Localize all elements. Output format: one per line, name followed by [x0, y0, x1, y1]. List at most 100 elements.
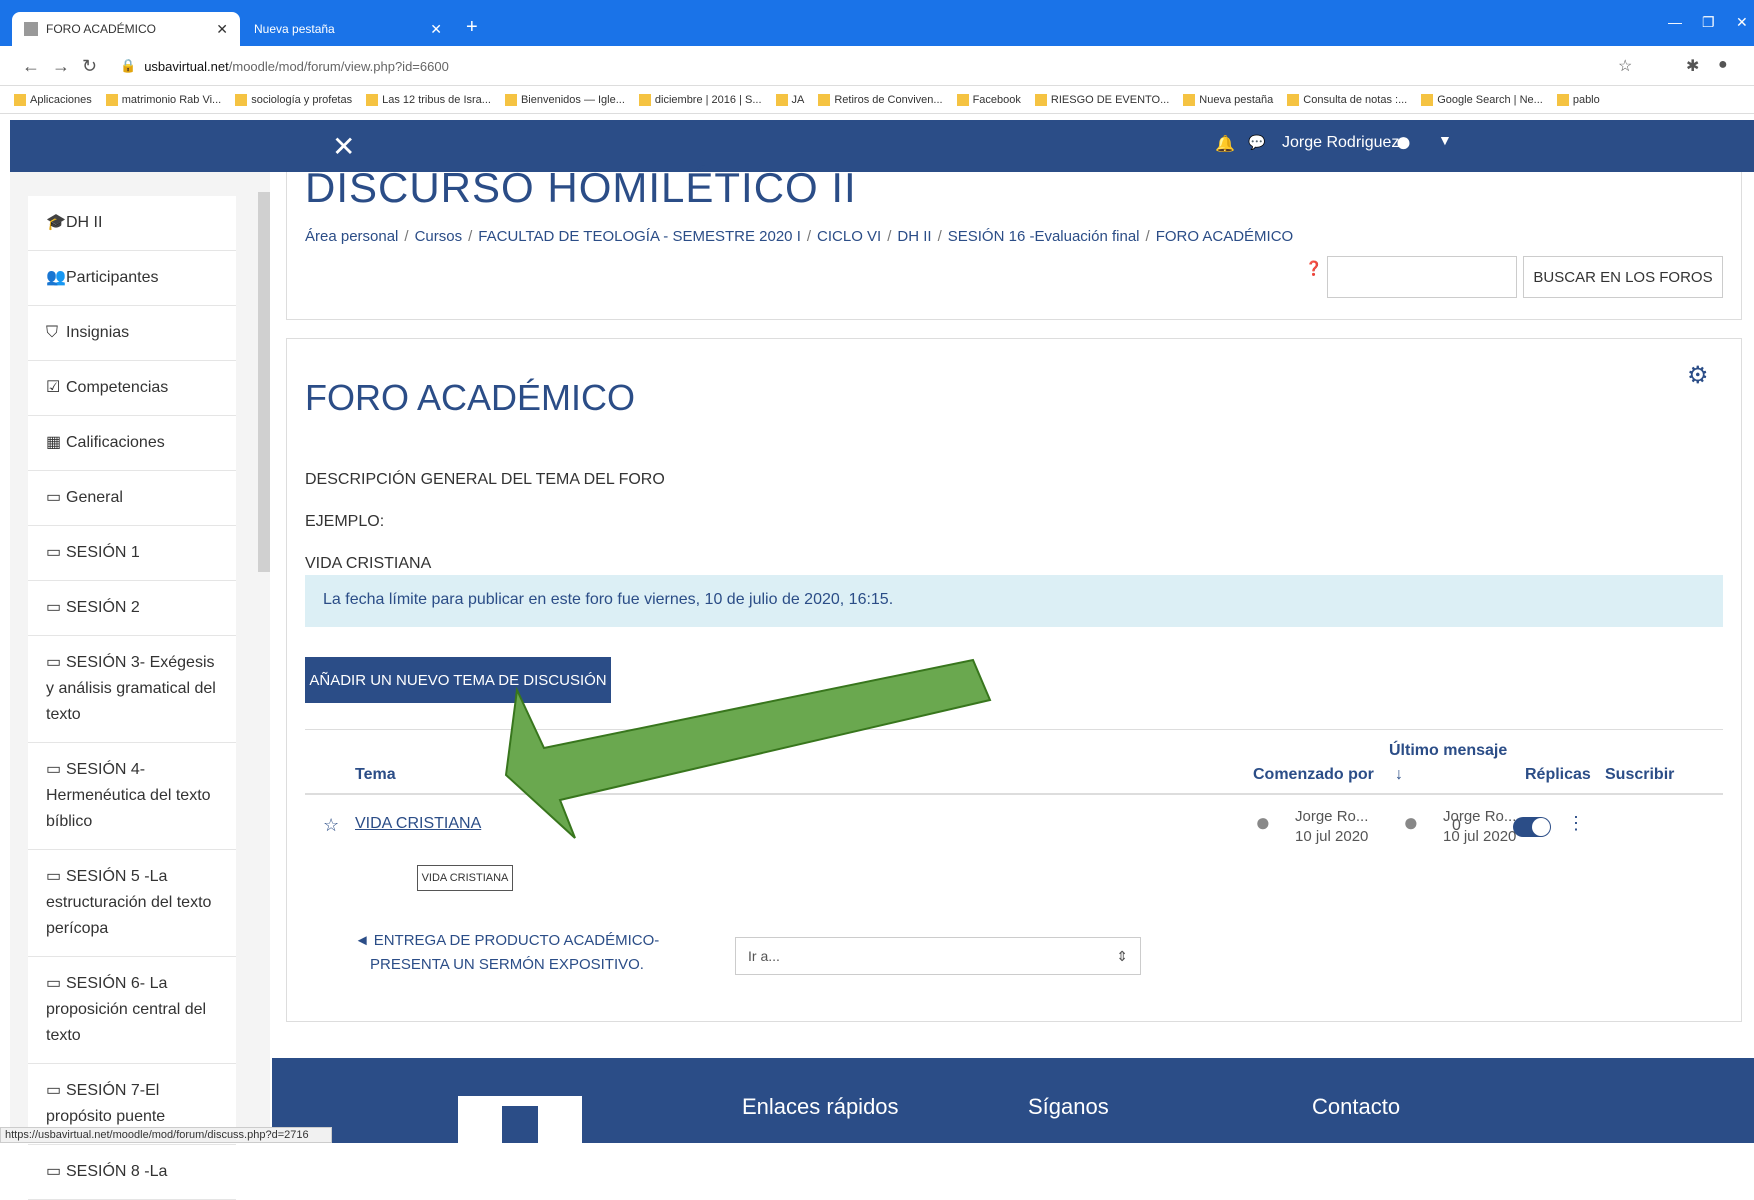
- browser-tab-second[interactable]: Nueva pestaña ✕: [242, 12, 454, 46]
- jump-to-value: Ir a...: [748, 948, 780, 964]
- bookmark-icon: [1287, 94, 1300, 107]
- previous-activity-link[interactable]: ◄ ENTREGA DE PRODUCTO ACADÉMICO-PRESENTA…: [337, 929, 677, 977]
- bookmark-label: JA: [791, 94, 805, 106]
- sidebar-item-icon: ▭: [46, 654, 62, 671]
- col-last-post[interactable]: Último mensaje: [1389, 742, 1507, 760]
- tab-close-icon[interactable]: ✕: [430, 21, 442, 38]
- forum-search-input[interactable]: [1327, 256, 1517, 298]
- bookmark-item[interactable]: RIESGO DE EVENTO...: [1034, 86, 1170, 113]
- breadcrumb-link[interactable]: FORO ACADÉMICO: [1156, 228, 1294, 245]
- breadcrumb-link[interactable]: DH II: [897, 228, 931, 245]
- bookmark-item[interactable]: Retiros de Conviven...: [818, 86, 943, 113]
- breadcrumb-separator: /: [887, 228, 892, 245]
- bookmark-item[interactable]: diciembre | 2016 | S...: [638, 86, 762, 113]
- back-icon[interactable]: ←: [22, 56, 40, 77]
- sidebar-item[interactable]: 🎓DH II: [28, 196, 236, 251]
- minimize-icon[interactable]: —: [1668, 14, 1682, 30]
- breadcrumb-separator: /: [937, 228, 942, 245]
- deadline-alert: La fecha límite para publicar en este fo…: [305, 575, 1723, 627]
- bookmark-label: sociología y profetas: [251, 94, 353, 106]
- sidebar-item[interactable]: ▭ SESIÓN 8 -La: [28, 1145, 236, 1200]
- jump-to-select[interactable]: Ir a... ⇕: [735, 937, 1141, 975]
- sidebar-item-label: SESIÓN 3- Exégesis y análisis gramatical…: [46, 654, 216, 723]
- bookmark-label: Facebook: [972, 94, 1021, 106]
- bookmark-item[interactable]: Bienvenidos — Igle...: [504, 86, 625, 113]
- bookmark-label: RIESGO DE EVENTO...: [1050, 94, 1170, 106]
- star-icon[interactable]: ☆: [323, 815, 339, 836]
- breadcrumb-separator: /: [1145, 228, 1150, 245]
- help-icon[interactable]: ❓: [1305, 260, 1322, 277]
- profile-icon[interactable]: ●: [1718, 56, 1728, 74]
- bookmark-item[interactable]: JA: [775, 86, 805, 113]
- bookmark-item[interactable]: Facebook: [956, 86, 1021, 113]
- sidebar-item[interactable]: ▭ SESIÓN 3- Exégesis y análisis gramatica…: [28, 636, 236, 743]
- sidebar-item[interactable]: ▭ SESIÓN 1: [28, 526, 236, 581]
- extensions-icon[interactable]: ✱: [1686, 56, 1699, 76]
- user-name[interactable]: Jorge Rodriguez: [1282, 134, 1399, 152]
- forum-search-button[interactable]: BUSCAR EN LOS FOROS: [1523, 256, 1723, 298]
- messages-icon[interactable]: 💬: [1248, 134, 1265, 151]
- footer-quick-links: Enlaces rápidos: [742, 1094, 899, 1119]
- bookmark-item[interactable]: sociología y profetas: [235, 86, 353, 113]
- avatar-icon[interactable]: ●: [1395, 126, 1427, 162]
- sidebar-item-label: Competencias: [66, 379, 169, 396]
- col-started-by[interactable]: Comenzado por: [1253, 766, 1374, 784]
- subscribe-toggle[interactable]: [1513, 817, 1551, 837]
- breadcrumb-link[interactable]: FACULTAD DE TEOLOGÍA - SEMESTRE 2020 I: [478, 228, 801, 245]
- bookmark-item[interactable]: Las 12 tribus de Isra...: [366, 86, 491, 113]
- course-header-card: DISCURSO HOMILÉTICO II Área personal / Cur…: [286, 164, 1742, 320]
- window-close-icon[interactable]: ✕: [1736, 14, 1748, 31]
- sidebar-item[interactable]: ▦ Calificaciones: [28, 416, 236, 471]
- more-actions-icon[interactable]: ⋮: [1567, 813, 1585, 834]
- sidebar-item-icon: ▭: [46, 599, 62, 616]
- col-topic[interactable]: Tema: [355, 766, 396, 784]
- breadcrumb-link[interactable]: Área personal: [305, 228, 398, 245]
- sidebar-item[interactable]: ▭ General: [28, 471, 236, 526]
- chevron-down-icon[interactable]: ▼: [1438, 132, 1452, 148]
- site-footer: Enlaces rápidos Síganos Contacto: [272, 1058, 1754, 1143]
- gear-icon[interactable]: ⚙: [1687, 361, 1709, 390]
- bookmark-icon: [956, 94, 969, 107]
- forward-icon[interactable]: →: [52, 56, 70, 77]
- sidebar-item[interactable]: ▭ SESIÓN 4- Hermenéutica del texto bíblic…: [28, 743, 236, 850]
- url-field[interactable]: 🔒 usbavirtual.net /moodle/mod/forum/view…: [120, 53, 1590, 79]
- bookmark-label: pablo: [1572, 94, 1600, 106]
- started-by-date: 10 jul 2020: [1295, 828, 1369, 845]
- bookmark-item[interactable]: Google Search | Ne...: [1421, 86, 1543, 113]
- bookmark-label: diciembre | 2016 | S...: [654, 94, 762, 106]
- sidebar-scrollbar[interactable]: [258, 192, 270, 572]
- breadcrumb-link[interactable]: Cursos: [415, 228, 463, 245]
- bookmark-star-icon[interactable]: ☆: [1618, 56, 1632, 76]
- bookmark-item[interactable]: Nueva pestaña: [1183, 86, 1273, 113]
- address-bar-row: ← → ↻ 🔒 usbavirtual.net /moodle/mod/foru…: [0, 46, 1754, 86]
- maximize-icon[interactable]: ❐: [1702, 14, 1715, 31]
- sidebar-item-label: Participantes: [66, 269, 159, 286]
- tab-close-icon[interactable]: ✕: [216, 21, 228, 38]
- started-by-name[interactable]: Jorge Ro...: [1295, 808, 1368, 825]
- notifications-icon[interactable]: 🔔: [1215, 134, 1235, 154]
- new-tab-icon[interactable]: +: [466, 16, 478, 39]
- sidebar-item[interactable]: ⛉ Insignias: [28, 306, 236, 361]
- bookmark-item[interactable]: Consulta de notas :...: [1287, 86, 1407, 113]
- sidebar-item[interactable]: ▭ SESIÓN 5 -La estructuración del texto p…: [28, 850, 236, 957]
- sidebar-item[interactable]: ☑ Competencias: [28, 361, 236, 416]
- bookmark-item[interactable]: matrimonio Rab Vi...: [105, 86, 221, 113]
- reload-icon[interactable]: ↻: [82, 56, 97, 77]
- sidebar-item-icon: ▭: [46, 975, 62, 992]
- discussion-link[interactable]: VIDA CRISTIANA: [355, 815, 481, 833]
- bookmark-item[interactable]: pablo: [1556, 86, 1600, 113]
- breadcrumb-link[interactable]: SESIÓN 16 -Evaluación final: [948, 228, 1140, 245]
- status-bar-url: https://usbavirtual.net/moodle/mod/forum…: [0, 1127, 332, 1143]
- bookmark-icon: [105, 94, 118, 107]
- bookmark-icon: [366, 94, 379, 107]
- tab-title: Nueva pestaña: [254, 22, 335, 36]
- bookmark-item[interactable]: Aplicaciones: [14, 86, 92, 113]
- breadcrumb-link[interactable]: CICLO VI: [817, 228, 881, 245]
- browser-tab-active[interactable]: FORO ACADÉMICO ✕: [12, 12, 240, 46]
- sidebar-item[interactable]: ▭ SESIÓN 6- La proposición central del te…: [28, 957, 236, 1064]
- drawer-close-icon[interactable]: ✕: [332, 130, 355, 163]
- sidebar-item[interactable]: ▭ SESIÓN 2: [28, 581, 236, 636]
- lock-icon: 🔒: [120, 58, 137, 73]
- sidebar-item-icon: 🎓: [46, 214, 66, 231]
- sidebar-item[interactable]: 👥Participantes: [28, 251, 236, 306]
